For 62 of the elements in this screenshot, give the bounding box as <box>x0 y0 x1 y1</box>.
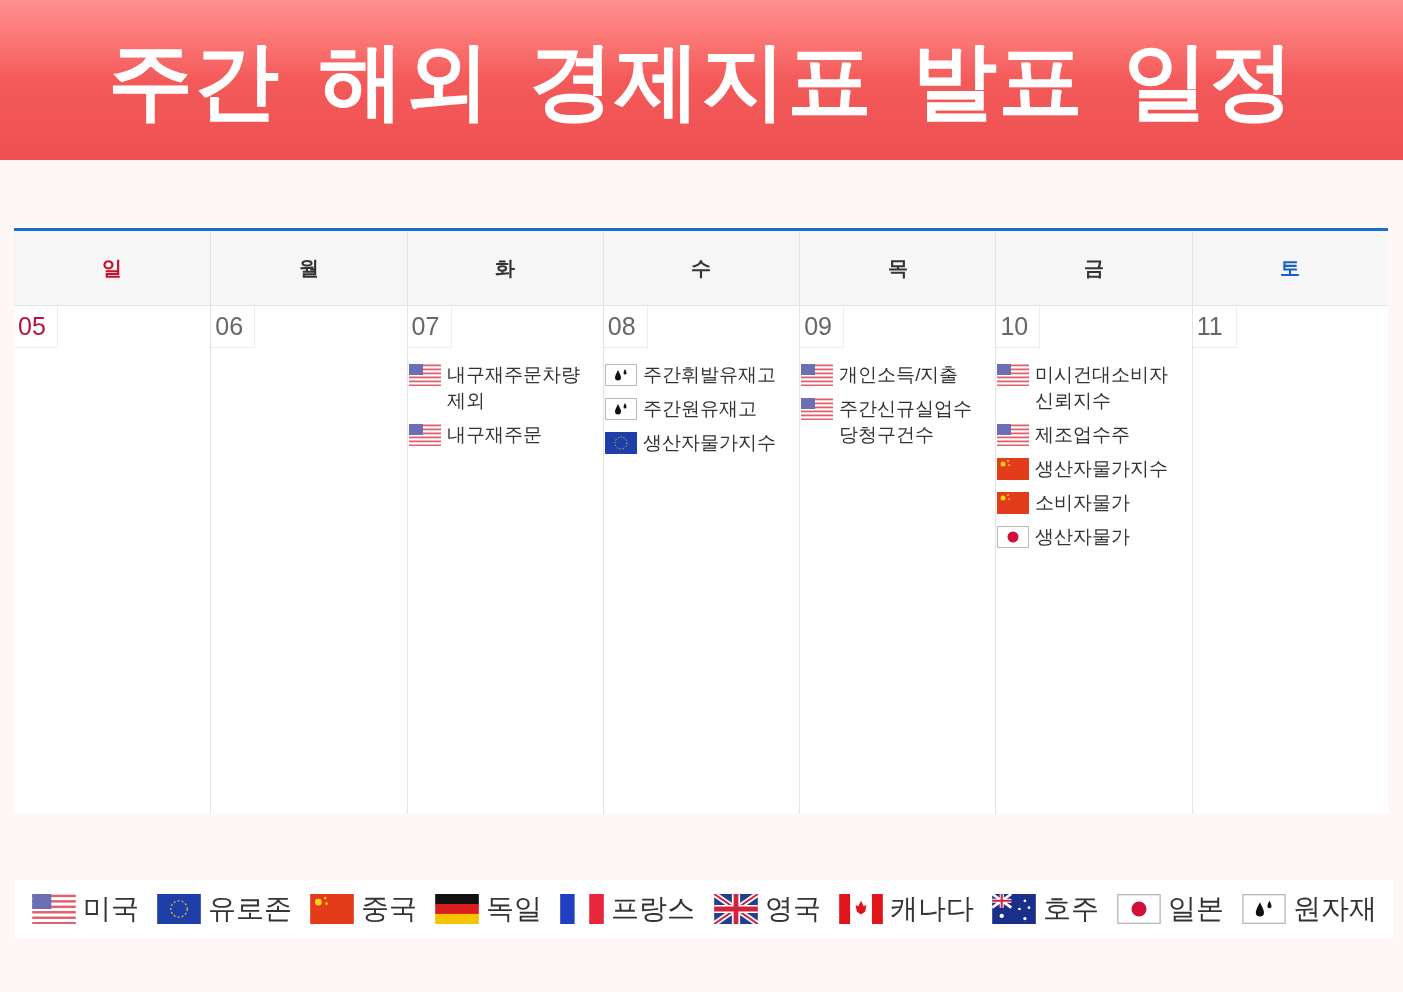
event-text: 개인소득/지출 <box>839 363 959 387</box>
banner-title: 주간 해외 경제지표 발표 일정 <box>108 37 1295 123</box>
date-number: 10 <box>996 306 1041 348</box>
legend-label: 일본 <box>1167 892 1224 926</box>
weekday-header: 월 <box>210 231 407 306</box>
legend-label: 원자재 <box>1293 892 1377 926</box>
flag-icon <box>309 894 356 924</box>
legend-label: 영국 <box>764 892 821 926</box>
weekday-header: 목 <box>799 231 996 306</box>
event-text: 제외 <box>446 389 486 413</box>
flag-icon <box>997 364 1030 386</box>
event-text: 주간신규실업수 <box>839 397 973 421</box>
flag-icon <box>801 364 834 386</box>
flag-icon <box>997 492 1030 514</box>
flag-icon <box>997 458 1030 480</box>
flag-icon <box>31 894 77 924</box>
event-text: 제조업수주 <box>1035 423 1131 447</box>
date-number: 11 <box>1192 306 1237 348</box>
weekday-header: 화 <box>406 231 603 306</box>
legend-label: 독일 <box>486 892 543 926</box>
event-text: 생산자물가 <box>1035 525 1131 549</box>
legend-label: 프랑스 <box>611 892 696 926</box>
flag-icon <box>408 424 441 446</box>
flag-icon <box>801 398 834 420</box>
date-number: 08 <box>603 306 648 348</box>
legend-label: 호주 <box>1042 892 1099 926</box>
oil-drops-icon <box>604 364 637 386</box>
flag-icon <box>997 526 1030 548</box>
flag-icon <box>1115 894 1162 924</box>
flag-icon <box>997 424 1030 446</box>
oil-drops-icon <box>1241 894 1287 924</box>
weekday-header: 일 <box>14 231 211 306</box>
date-number: 06 <box>211 306 256 348</box>
weekday-header: 금 <box>995 231 1192 306</box>
oil-drops-icon <box>604 398 637 420</box>
legend-label: 캐나다 <box>889 892 974 926</box>
date-number: 09 <box>800 306 845 348</box>
flag-icon <box>434 894 481 924</box>
date-number: 05 <box>14 306 58 348</box>
flag-icon <box>408 364 441 386</box>
weekday-header: 수 <box>602 231 800 306</box>
event-text: 소비자물가 <box>1035 491 1131 515</box>
legend-label: 유로존 <box>208 892 293 926</box>
flag-icon <box>559 894 606 924</box>
flag-icon <box>712 894 759 924</box>
event-text: 신뢰지수 <box>1035 389 1113 413</box>
flag-icon <box>990 894 1037 924</box>
flag-icon <box>156 894 203 924</box>
event-text: 내구재주문 <box>446 423 542 447</box>
date-number: 07 <box>407 306 452 348</box>
flag-icon <box>604 432 637 454</box>
event-text: 당청구건수 <box>839 423 936 447</box>
legend-label: 중국 <box>361 892 418 926</box>
legend-label: 미국 <box>83 892 139 926</box>
event-text: 생산자물가지수 <box>642 431 776 455</box>
event-text: 미시건대소비자 <box>1035 363 1169 387</box>
event-text: 생산자물가지수 <box>1035 457 1169 481</box>
flag-icon <box>837 894 884 924</box>
event-text: 주간휘발유재고 <box>642 363 776 387</box>
event-text: 주간원유재고 <box>642 397 757 421</box>
weekday-header: 토 <box>1191 231 1388 306</box>
event-text: 내구재주문차량 <box>446 363 580 387</box>
